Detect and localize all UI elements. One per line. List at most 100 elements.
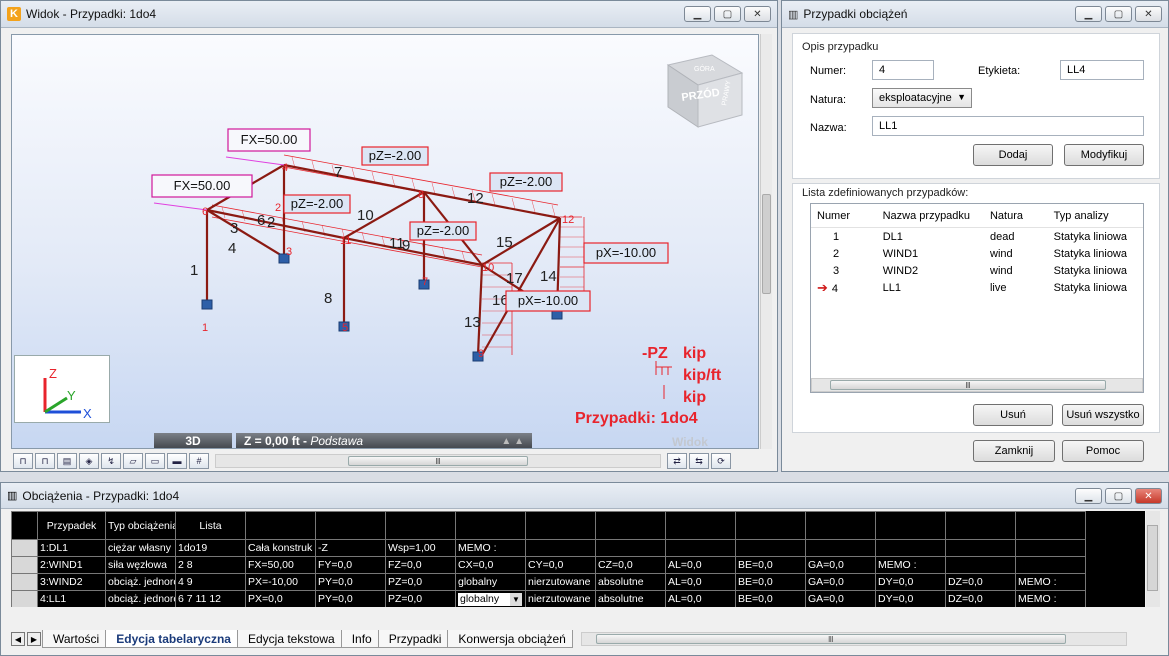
member-label: 7: [334, 164, 342, 181]
view-vertical-scrollbar[interactable]: [760, 34, 772, 449]
col-numer[interactable]: Numer: [811, 210, 877, 222]
member-label: 1: [190, 262, 198, 279]
node-label: 9: [478, 348, 484, 360]
natura-value: eksploatacyjne: [879, 92, 952, 104]
dialog-close-x-button[interactable]: ✕: [1135, 6, 1162, 22]
toolbar-icon-9[interactable]: #: [189, 453, 209, 469]
loads-table[interactable]: Przypadek Typ obciążenia Lista 1:DL1 cięż…: [11, 511, 1145, 607]
toolbar-icon-2[interactable]: ⊓: [35, 453, 55, 469]
etykieta-label: Etykieta:: [978, 65, 1021, 77]
tabs-horizontal-scrollbar[interactable]: Ⅲ: [580, 632, 1127, 646]
member-label: 10: [357, 207, 374, 224]
tab-prev-icon[interactable]: ◀: [11, 632, 25, 646]
loads-titlebar[interactable]: ▥ Obciążenia - Przypadki: 1do4 ▁ ▢ ✕: [1, 483, 1168, 509]
legend-kipft: kip/ft: [683, 367, 722, 384]
tab-przypadki[interactable]: Przypadki: [377, 630, 449, 648]
etykieta-field[interactable]: LL4: [1060, 60, 1144, 80]
maximize-button[interactable]: ▢: [714, 6, 741, 22]
toolbar-icon-7[interactable]: ▭: [145, 453, 165, 469]
table-row[interactable]: 1:DL1 ciężar własny 1do19 Cała konstruk -Z Ws…: [11, 539, 1086, 557]
table-row[interactable]: 2:WIND1 siła węzłowa 2 8 FX=50,00 FY=0,0 FZ=0…: [11, 556, 1086, 574]
delete-all-button[interactable]: Usuń wszystko: [1062, 404, 1144, 426]
col-typ-obciazenia[interactable]: Typ obciążenia: [105, 511, 176, 540]
view-toolbar: ⊓ ⊓ ▤ ◈ ↯ ▱ ▭ ▬ # Ⅲ ⇄ ⇆ ⟳: [11, 452, 759, 470]
load-box-label: pX=-10.00: [596, 245, 656, 260]
toolbar-icon-5[interactable]: ↯: [101, 453, 121, 469]
col-przypadek[interactable]: Przypadek: [37, 511, 106, 540]
tab-konwersja[interactable]: Konwersja obciążeń: [447, 630, 573, 648]
list-item[interactable]: ➔ 4 LL1 live Statyka liniowa: [811, 279, 1143, 296]
legend-kip-2: kip: [683, 389, 706, 406]
member-label: 11: [389, 235, 405, 252]
node-label: 4: [282, 162, 288, 174]
case-list-header: Numer Nazwa przypadku Natura Typ analizy: [811, 204, 1143, 228]
axes-indicator: Z Y X: [14, 355, 110, 423]
close-dialog-button[interactable]: Zamknij: [973, 440, 1055, 462]
plane-arrows-icon[interactable]: ▲ ▲: [501, 433, 524, 448]
mode-3d-button[interactable]: 3D: [154, 433, 232, 448]
close-button[interactable]: ✕: [744, 6, 771, 22]
member-label: 14: [540, 268, 557, 285]
case-list-scrollbar[interactable]: Ⅲ: [811, 378, 1143, 392]
col-typ[interactable]: Typ analizy: [1048, 210, 1143, 222]
modify-button[interactable]: Modyfikuj: [1064, 144, 1144, 166]
app-logo-icon: K: [7, 7, 21, 21]
toolbar-icon-3[interactable]: ▤: [57, 453, 77, 469]
nazwa-field[interactable]: LL1: [872, 116, 1144, 136]
minimize-button[interactable]: ▁: [684, 6, 711, 22]
tab-edycja-tekstowa[interactable]: Edycja tekstowa: [236, 630, 342, 648]
work-plane-selector[interactable]: Z = 0,00 ft - Podstawa ▲ ▲: [236, 433, 532, 448]
member-label: 3: [230, 220, 238, 237]
toolbar-icon-12[interactable]: ⟳: [711, 453, 731, 469]
loads-minimize-button[interactable]: ▁: [1075, 488, 1102, 504]
view-horizontal-scrollbar[interactable]: Ⅲ: [215, 454, 661, 468]
member-label: 4: [228, 240, 236, 257]
table-row[interactable]: 3:WIND2obciąż. jednorodne4 9PX=-10,00PY=…: [11, 573, 1086, 591]
axis-x-label: X: [83, 406, 92, 421]
structure-members: [205, 163, 562, 356]
view-cube[interactable]: PRZÓD GÓRA PRAWY: [666, 54, 744, 128]
member-label: 12: [467, 190, 484, 207]
dialog-titlebar[interactable]: ▥ Przypadki obciążeń ▁ ▢ ✕: [782, 1, 1168, 28]
tab-info[interactable]: Info: [340, 630, 379, 648]
loads-tabs: ◀ ▶ Wartości Edycja tabelaryczna Edycja …: [11, 629, 1161, 649]
help-button[interactable]: Pomoc: [1062, 440, 1144, 462]
dialog-maximize-button[interactable]: ▢: [1105, 6, 1132, 22]
load-box-label: FX=50.00: [174, 178, 231, 193]
toolbar-icon-11[interactable]: ⇆: [689, 453, 709, 469]
structure-3d-viewport[interactable]: PRZÓD GÓRA PRAWY 1 2 3 4 5 6 7 8 9 10 11…: [11, 34, 759, 449]
loads-maximize-button[interactable]: ▢: [1105, 488, 1132, 504]
load-box-label: pX=-10.00: [518, 293, 578, 308]
numer-field[interactable]: 4: [872, 60, 934, 80]
coordinate-system-select[interactable]: globalny ▼: [455, 590, 526, 607]
dialog-minimize-button[interactable]: ▁: [1075, 6, 1102, 22]
toolbar-icon-6[interactable]: ▱: [123, 453, 143, 469]
tab-wartosci[interactable]: Wartości: [42, 630, 107, 648]
toolbar-icon-8[interactable]: ▬: [167, 453, 187, 469]
natura-select[interactable]: eksploatacyjne ▼: [872, 88, 972, 108]
add-button[interactable]: Dodaj: [973, 144, 1053, 166]
load-cases-icon: ▥: [788, 8, 799, 21]
node-label: 1: [202, 322, 208, 334]
list-item[interactable]: 3 WIND2 wind Statyka liniowa: [811, 262, 1143, 279]
loads-close-button[interactable]: ✕: [1135, 488, 1162, 504]
member-label: 15: [496, 234, 513, 251]
node-label: 8: [418, 189, 424, 201]
view-titlebar[interactable]: K Widok - Przypadki: 1do4 ▁ ▢ ✕: [1, 1, 777, 28]
col-lista[interactable]: Lista: [175, 511, 246, 540]
table-vertical-scrollbar[interactable]: [1146, 511, 1160, 607]
delete-button[interactable]: Usuń: [973, 404, 1053, 426]
case-list[interactable]: Numer Nazwa przypadku Natura Typ analizy…: [810, 203, 1144, 393]
list-item[interactable]: 2 WIND1 wind Statyka liniowa: [811, 245, 1143, 262]
toolbar-icon-4[interactable]: ◈: [79, 453, 99, 469]
list-item[interactable]: 1 DL1 dead Statyka liniowa: [811, 228, 1143, 245]
tab-edycja-tabelaryczna[interactable]: Edycja tabelaryczna: [105, 630, 238, 648]
col-natura[interactable]: Natura: [984, 210, 1048, 222]
col-nazwa[interactable]: Nazwa przypadku: [877, 210, 984, 222]
toolbar-icon-1[interactable]: ⊓: [13, 453, 33, 469]
plane-name: Podstawa: [310, 434, 364, 448]
tab-next-icon[interactable]: ▶: [27, 632, 41, 646]
chevron-down-icon: ▼: [957, 92, 966, 102]
table-row[interactable]: 4:LL1obciąż. jednorodne6 7 11 12PX=0,0PY…: [11, 590, 1086, 607]
toolbar-icon-10[interactable]: ⇄: [667, 453, 687, 469]
